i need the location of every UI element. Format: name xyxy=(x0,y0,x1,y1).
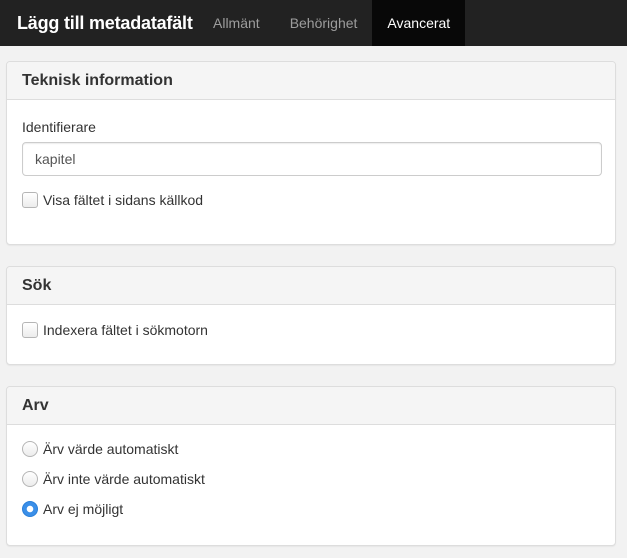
inherit-not-auto-label: Ärv inte värde automatiskt xyxy=(43,471,205,487)
inherit-not-auto-radio[interactable] xyxy=(22,471,38,487)
panel-heading: Teknisk information xyxy=(7,62,615,100)
inherit-not-auto-radio-row[interactable]: Ärv inte värde automatiskt xyxy=(22,471,205,487)
show-in-source-checkbox-row[interactable]: Visa fältet i sidans källkod xyxy=(22,192,203,208)
index-field-checkbox-row[interactable]: Indexera fältet i sökmotorn xyxy=(22,322,208,338)
panel-title-inheritance: Arv xyxy=(22,396,49,414)
top-navbar: Lägg till metadatafält Allmänt Behörighe… xyxy=(0,0,627,46)
panel-title-technical: Teknisk information xyxy=(22,71,173,89)
inherit-not-possible-radio-row[interactable]: Arv ej möjligt xyxy=(22,501,123,517)
index-field-checkbox[interactable] xyxy=(22,322,38,338)
show-in-source-label: Visa fältet i sidans källkod xyxy=(43,192,204,208)
inherit-auto-radio-row[interactable]: Ärv värde automatiskt xyxy=(22,441,178,457)
identifier-input[interactable] xyxy=(22,142,602,176)
inherit-not-possible-label: Arv ej möjligt xyxy=(43,501,124,517)
show-in-source-checkbox[interactable] xyxy=(22,192,38,208)
panel-body: Indexera fältet i sökmotorn xyxy=(7,305,615,364)
panel-search: Sök Indexera fältet i sökmotorn xyxy=(6,266,616,365)
inherit-not-possible-radio[interactable] xyxy=(22,501,38,517)
index-field-label: Indexera fältet i sökmotorn xyxy=(43,322,208,338)
page-title: Lägg till metadatafält xyxy=(17,12,193,33)
tab-avancerat[interactable]: Avancerat xyxy=(372,0,466,46)
tab-allmant[interactable]: Allmänt xyxy=(198,0,275,46)
panel-body: Identifierare Visa fältet i sidans källk… xyxy=(7,100,615,244)
identifier-label: Identifierare xyxy=(22,119,96,135)
panel-body: Ärv värde automatiskt Ärv inte värde aut… xyxy=(7,425,615,545)
panel-inheritance: Arv Ärv värde automatiskt Ärv inte värde… xyxy=(6,386,616,546)
panel-title-search: Sök xyxy=(22,276,52,294)
panel-heading: Sök xyxy=(7,267,615,305)
panel-heading: Arv xyxy=(7,387,615,425)
tab-behorighet[interactable]: Behörighet xyxy=(275,0,373,46)
inherit-auto-radio[interactable] xyxy=(22,441,38,457)
inherit-auto-label: Ärv värde automatiskt xyxy=(43,441,179,457)
panel-technical-information: Teknisk information Identifierare Visa f… xyxy=(6,61,616,245)
